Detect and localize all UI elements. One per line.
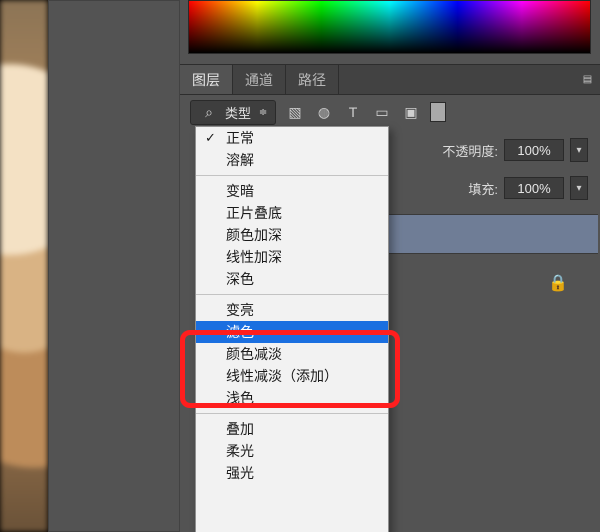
tab-layers[interactable]: 图层 — [180, 65, 233, 94]
chevron-updown-icon: ≑ — [257, 106, 269, 118]
fill-dropdown-icon[interactable]: ▾ — [570, 176, 588, 200]
blend-mode-item[interactable]: 滤色 — [196, 321, 388, 343]
fill-value[interactable]: 100% — [504, 177, 564, 199]
color-picker-spectrum[interactable] — [188, 0, 591, 54]
filter-switch[interactable] — [430, 102, 446, 122]
search-icon: ⌕ — [199, 102, 219, 122]
tab-channels[interactable]: 通道 — [233, 65, 286, 94]
blend-mode-item[interactable]: 叠加 — [196, 418, 388, 440]
opacity-label: 不透明度: — [442, 141, 498, 160]
blend-mode-item[interactable]: 线性加深 — [196, 246, 388, 268]
filter-text-icon[interactable]: T — [343, 102, 363, 122]
panel-menu-icon[interactable]: ▤ — [576, 65, 600, 94]
check-icon: ✓ — [205, 130, 216, 146]
filter-kind-label: 类型 — [225, 103, 251, 122]
canvas-photo-edge — [0, 0, 48, 532]
lock-icon[interactable]: 🔒 — [548, 273, 566, 291]
layer-filter-row: ⌕ 类型 ≑ ▧ ◍ T ▭ ▣ — [180, 94, 600, 130]
blend-mode-menu: 正常✓溶解变暗正片叠底颜色加深线性加深深色变亮滤色颜色减淡线性减淡（添加）浅色叠… — [195, 126, 389, 532]
blend-mode-item[interactable]: 浅色 — [196, 387, 388, 409]
filter-pixel-icon[interactable]: ▧ — [285, 102, 305, 122]
blend-mode-item[interactable]: 正片叠底 — [196, 202, 388, 224]
fill-row: 填充: 100% ▾ — [388, 174, 588, 202]
opacity-dropdown-icon[interactable]: ▾ — [570, 138, 588, 162]
filter-smart-icon[interactable]: ▣ — [401, 102, 421, 122]
fill-label: 填充: — [468, 179, 498, 198]
blend-mode-item[interactable]: 强光 — [196, 462, 388, 484]
blend-mode-item[interactable]: 深色 — [196, 268, 388, 290]
blend-mode-item[interactable]: 变亮 — [196, 299, 388, 321]
workspace-gap — [48, 0, 180, 532]
filter-kind-dropdown[interactable]: ⌕ 类型 ≑ — [190, 100, 276, 125]
blend-mode-item[interactable]: 溶解 — [196, 149, 388, 171]
opacity-row: 不透明度: 100% ▾ — [388, 136, 588, 164]
selected-layer-strip[interactable] — [388, 214, 598, 254]
blend-mode-item[interactable]: 颜色加深 — [196, 224, 388, 246]
opacity-value[interactable]: 100% — [504, 139, 564, 161]
root: 图层 通道 路径 ▤ ⌕ 类型 ≑ ▧ ◍ T ▭ ▣ 不透明度: 100% ▾… — [0, 0, 600, 532]
menu-separator — [196, 413, 388, 414]
menu-separator — [196, 175, 388, 176]
panel-tabs: 图层 通道 路径 ▤ — [180, 64, 600, 95]
filter-adjust-icon[interactable]: ◍ — [314, 102, 334, 122]
menu-separator — [196, 294, 388, 295]
blend-mode-item[interactable]: 柔光 — [196, 440, 388, 462]
blend-mode-item[interactable]: 颜色减淡 — [196, 343, 388, 365]
tab-paths[interactable]: 路径 — [286, 65, 339, 94]
filter-shape-icon[interactable]: ▭ — [372, 102, 392, 122]
blend-mode-item[interactable]: 线性减淡（添加） — [196, 365, 388, 387]
blend-mode-item[interactable]: 正常✓ — [196, 127, 388, 149]
blend-mode-item[interactable]: 变暗 — [196, 180, 388, 202]
